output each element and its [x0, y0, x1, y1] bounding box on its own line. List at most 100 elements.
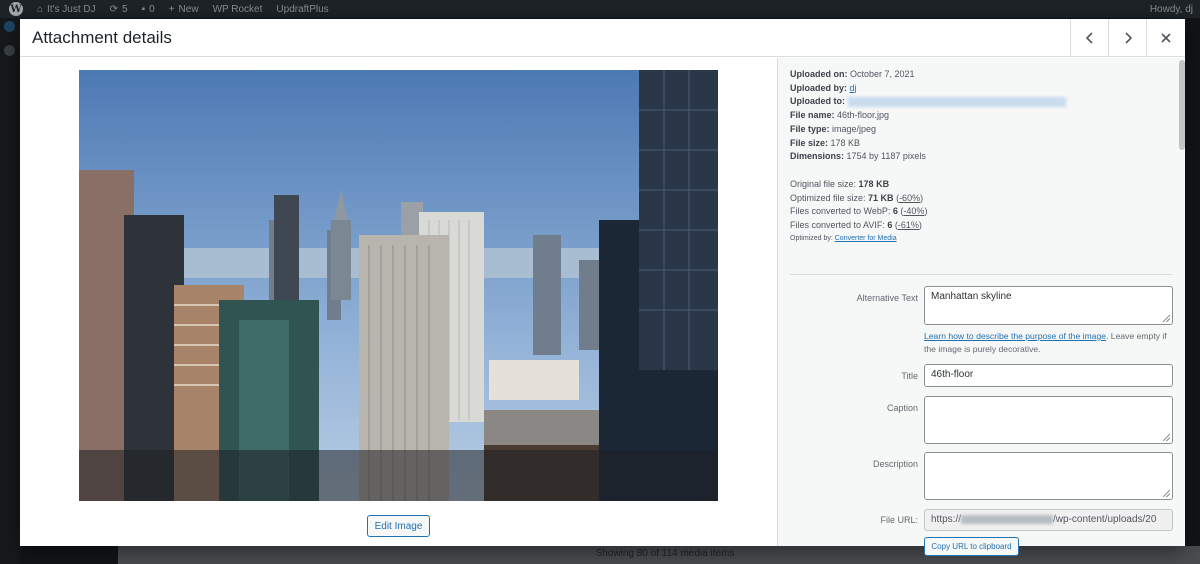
caption-label: Caption	[886, 403, 918, 413]
plus-icon: +	[168, 3, 175, 15]
file-size-label: File size:	[790, 137, 829, 148]
alt-text-value: Manhattan skyline	[931, 291, 1012, 302]
uploaded-by-link[interactable]: dj	[850, 83, 857, 93]
optimized-by-label: Optimized by:	[790, 235, 833, 242]
file-name-label: File name:	[790, 110, 835, 121]
dimensions-value: 1754 by 1187 pixels	[846, 151, 926, 162]
wp-rocket-menu[interactable]: WP Rocket	[206, 0, 270, 18]
next-button[interactable]	[1108, 19, 1146, 57]
updates-icon: ⟳	[109, 3, 119, 15]
chevron-right-icon	[1124, 32, 1132, 44]
previous-button[interactable]	[1070, 19, 1108, 57]
comments-link[interactable]: ▪ 0	[135, 0, 162, 18]
account-menu[interactable]: Howdy, dj	[1143, 0, 1200, 18]
file-size-value: 178 KB	[830, 137, 861, 148]
site-name: It's Just DJ	[47, 3, 96, 15]
optimized-size-row: Optimized file size: 71 KB (-60%)	[790, 192, 924, 203]
file-size-row: File size: 178 KB	[790, 137, 1066, 151]
uploaded-on-value: October 7, 2021	[850, 69, 915, 79]
attachment-image	[79, 70, 718, 501]
caption-field[interactable]	[924, 396, 1173, 444]
close-button[interactable]	[1146, 19, 1184, 57]
comment-icon: ▪	[141, 3, 146, 15]
title-field[interactable]: 46th-floor	[924, 364, 1173, 387]
avif-percent: -61%	[897, 219, 919, 230]
file-url-field[interactable]: https:// /wp-content/uploads/20	[924, 509, 1173, 531]
avif-count: 6	[887, 219, 893, 230]
avif-label: Files converted to AVIF:	[790, 219, 885, 230]
webp-label: Files converted to WebP:	[790, 206, 891, 216]
media-count-status: Showing 80 of 114 media items	[595, 548, 735, 559]
settings-menu-icon	[4, 45, 15, 56]
uploaded-by-row: Uploaded by: dj	[790, 82, 1066, 96]
file-type-value: image/jpeg	[832, 123, 877, 134]
alt-text-label: Alternative Text	[856, 293, 918, 303]
title-label: Title	[901, 371, 918, 381]
original-size-row: Original file size: 178 KB	[790, 178, 927, 192]
alt-text-help-link[interactable]: Learn how to describe the purpose of the…	[924, 331, 1106, 341]
file-url-domain-blurred	[961, 514, 1054, 524]
original-size-value: 178 KB	[858, 179, 890, 189]
close-icon	[1160, 33, 1171, 43]
file-name-value: 46th-floor.jpg	[837, 110, 890, 121]
modal-header: Attachment details	[20, 19, 1185, 57]
wordpress-logo[interactable]: W	[0, 0, 30, 18]
webp-percent: -40%	[903, 206, 925, 216]
details-scrollbar[interactable]	[1179, 60, 1185, 150]
uploaded-to-link-blurred[interactable]	[847, 97, 1066, 108]
title-value: 46th-floor	[931, 369, 974, 380]
attachment-details-modal: Attachment details Edit Image Uploaded o…	[20, 19, 1185, 556]
new-label: New	[178, 3, 199, 15]
file-metadata: Uploaded on: October 7, 2021 Uploaded by…	[790, 68, 1066, 164]
chevron-left-icon	[1085, 32, 1093, 44]
comments-count: 0	[149, 3, 155, 15]
updates-link[interactable]: ⟳ 5	[103, 0, 135, 18]
wordpress-icon: W	[9, 2, 23, 16]
alt-text-field[interactable]: Manhattan skyline	[924, 286, 1173, 325]
site-name-link[interactable]: ⌂ It's Just DJ	[30, 0, 103, 18]
updraftplus-label: UpdraftPlus	[276, 3, 329, 15]
webp-count: 6	[892, 206, 898, 216]
copy-url-button[interactable]: Copy URL to clipboard	[924, 537, 1019, 556]
file-url-label: File URL:	[880, 515, 918, 525]
dimensions-row: Dimensions: 1754 by 1187 pixels	[790, 150, 1066, 164]
modal-title: Attachment details	[32, 28, 172, 47]
optimized-by-row: Optimized by: Converter for Media	[790, 232, 927, 246]
file-type-label: File type:	[790, 123, 830, 134]
uploaded-on-row: Uploaded on: October 7, 2021	[790, 68, 1066, 82]
wp-rocket-label: WP Rocket	[212, 3, 263, 15]
new-content-link[interactable]: + New	[162, 0, 206, 18]
file-url-prefix: https://	[931, 514, 962, 525]
attachment-details-pane: Uploaded on: October 7, 2021 Uploaded by…	[777, 58, 1185, 556]
alt-text-help: Learn how to describe the purpose of the…	[924, 330, 1176, 356]
image-preview-pane: Edit Image	[20, 58, 777, 546]
uploaded-to-label: Uploaded to:	[790, 96, 845, 107]
webp-row: Files converted to WebP: 6 (-40%)	[790, 206, 928, 216]
edit-image-button[interactable]: Edit Image	[367, 515, 430, 537]
uploaded-to-row: Uploaded to:	[790, 95, 1066, 109]
media-menu-icon	[4, 21, 15, 32]
uploaded-by-label: Uploaded by:	[790, 82, 848, 93]
resize-grip-icon[interactable]	[1163, 434, 1170, 441]
original-size-label: Original file size:	[790, 179, 857, 189]
optimized-size-value: 71 KB	[868, 192, 894, 203]
optimized-size-percent: -60%	[899, 192, 921, 203]
optimization-stats: Original file size: 178 KB Optimized fil…	[790, 178, 927, 246]
description-field[interactable]	[924, 452, 1173, 500]
admin-sidebar	[0, 18, 20, 564]
howdy-text: Howdy, dj	[1149, 3, 1193, 15]
updates-count: 5	[122, 3, 128, 15]
avif-row: Files converted to AVIF: 6 (-61%)	[790, 219, 922, 230]
resize-grip-icon[interactable]	[1163, 315, 1170, 322]
dimensions-label: Dimensions:	[790, 151, 845, 162]
optimized-size-label: Optimized file size:	[790, 192, 866, 203]
home-icon: ⌂	[37, 3, 44, 15]
file-name-row: File name: 46th-floor.jpg	[790, 109, 1066, 123]
uploaded-on-label: Uploaded on:	[790, 69, 848, 79]
description-label: Description	[872, 459, 918, 469]
resize-grip-icon[interactable]	[1163, 490, 1170, 497]
updraftplus-menu[interactable]: UpdraftPlus	[269, 0, 335, 18]
converter-for-media-link[interactable]: Converter for Media	[835, 235, 897, 242]
file-url-path: /wp-content/uploads/20	[1053, 514, 1157, 525]
admin-bar: W ⌂ It's Just DJ ⟳ 5 ▪ 0 + New WP Rocket…	[0, 0, 1200, 18]
